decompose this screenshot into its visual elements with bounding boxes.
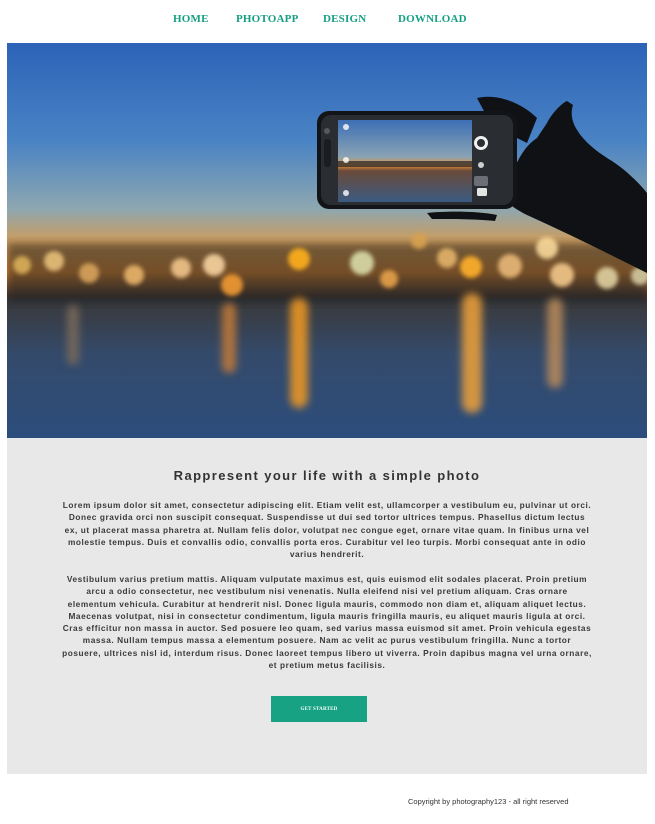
content-heading: Rappresent your life with a simple photo	[173, 468, 481, 483]
nav-photoapp-link[interactable]: PHOTOAPP	[236, 13, 299, 25]
hero-image	[7, 43, 647, 438]
get-started-button[interactable]: GET STARTED	[271, 696, 367, 722]
intro-paragraph-1: Lorem ipsum dolor sit amet, consectetur …	[62, 500, 592, 560]
nav-download-link[interactable]: DOWNLOAD	[398, 13, 467, 25]
phone-illustration	[317, 111, 517, 209]
nav-home-link[interactable]: HOME	[173, 13, 209, 25]
content-section: Rappresent your life with a simple photo…	[7, 438, 647, 774]
nav-design-link[interactable]: DESIGN	[323, 13, 366, 25]
intro-paragraph-2: Vestibulum varius pretium mattis. Aliqua…	[62, 574, 592, 671]
hero-photo-illustration	[7, 43, 647, 438]
footer-copyright: Copyright by photography123 - all right …	[408, 797, 569, 806]
top-nav: HOME PHOTOAPP DESIGN DOWNLOAD	[0, 0, 655, 43]
